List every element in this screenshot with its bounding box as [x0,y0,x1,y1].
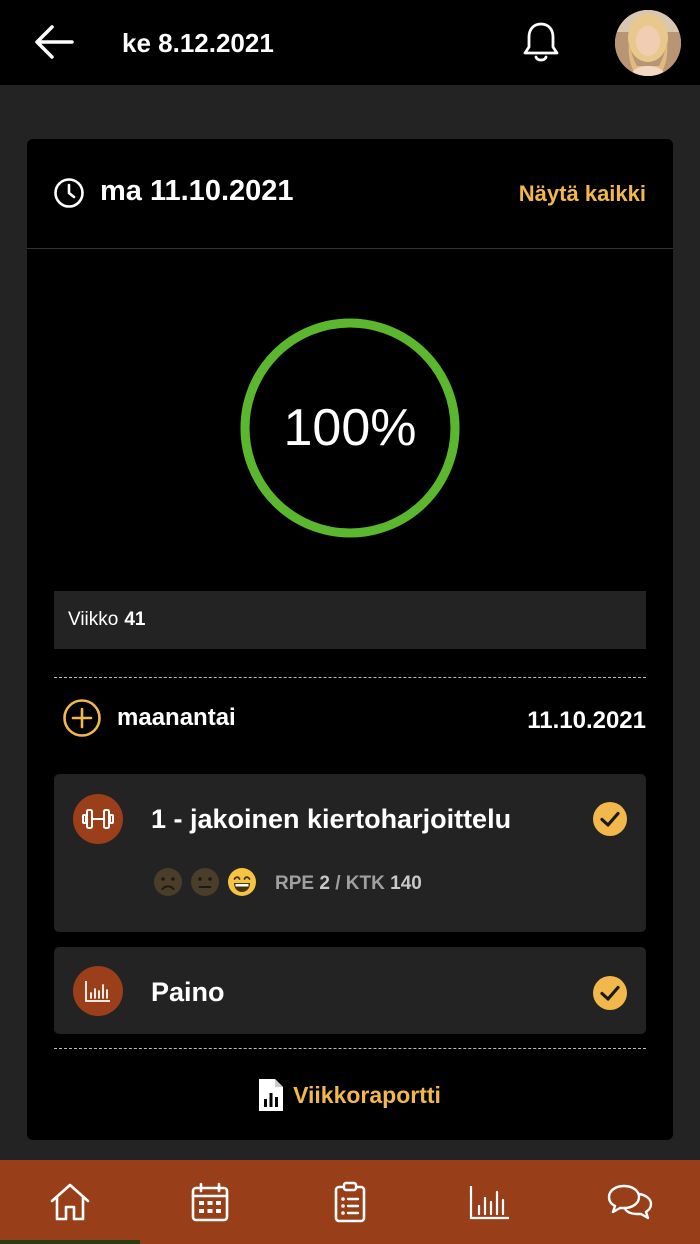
rpe-separator: / [335,873,341,894]
entry-icon-circle [73,794,123,844]
workout-entry[interactable]: 1 - jakoinen kiertoharjoittelu RPE 2 / K… [54,774,646,932]
weekly-report-label: Viikkoraportti [293,1081,441,1108]
nav-messages[interactable] [560,1160,700,1244]
day-row: maanantai 11.10.2021 [54,694,646,744]
card-header: ma 11.10.2021 Näytä kaikki [27,139,673,249]
entry-icon-circle [73,966,123,1016]
header-date: ke 8.12.2021 [122,28,274,58]
dumbbell-icon [82,809,114,829]
mood-selector [152,866,258,898]
card-date: ma 11.10.2021 [100,175,294,207]
bottom-navigation [0,1160,700,1244]
home-icon [50,1183,90,1221]
rpe-value: 2 [319,873,330,894]
show-all-link[interactable]: Näytä kaikki [519,181,646,207]
nav-calendar[interactable] [140,1160,280,1244]
add-circle-icon[interactable] [62,698,102,738]
ktk-label: KTK [345,873,385,894]
check-circle-icon [593,802,627,836]
week-label: Viikko [68,609,119,630]
day-name: maanantai [117,704,236,731]
arrow-left-icon [35,25,74,59]
rpe-ktk-stats: RPE 2 / KTK 140 [275,873,422,895]
grinning-face-icon[interactable] [226,866,258,898]
calendar-icon [191,1182,229,1222]
divider-bottom [54,1048,646,1049]
check-circle-icon [593,976,627,1010]
week-number: 41 [124,609,146,630]
nav-stats[interactable] [420,1160,560,1244]
bar-chart-icon [85,981,110,1002]
ktk-value: 140 [390,873,422,894]
notifications-button[interactable] [518,18,564,66]
clipboard-list-icon [334,1181,366,1223]
day-card: ma 11.10.2021 Näytä kaikki 100% Viikko 4… [27,139,673,1140]
divider-top [54,677,646,678]
report-document-icon [259,1079,284,1111]
progress-percent: 100% [283,399,417,457]
weekly-report-link[interactable]: Viikkoraportti [27,1079,673,1111]
top-bar: ke 8.12.2021 [0,0,700,85]
rpe-label: RPE [275,873,315,894]
weight-entry[interactable]: Paino [54,947,646,1034]
neutral-face-icon[interactable] [189,866,221,898]
avatar-photo [615,10,681,76]
chat-icon [607,1184,653,1220]
entry-title: 1 - jakoinen kiertoharjoittelu [151,804,512,834]
sad-face-icon[interactable] [152,866,184,898]
user-avatar[interactable] [615,10,681,76]
nav-active-indicator [0,1240,140,1244]
nav-tasks[interactable] [280,1160,420,1244]
day-date: 11.10.2021 [527,707,646,734]
back-button[interactable] [30,20,78,64]
clock-icon [54,178,84,208]
bell-icon [523,22,559,62]
week-bar: Viikko 41 [54,591,646,649]
nav-home[interactable] [0,1160,140,1244]
entry-title: Paino [151,977,225,1007]
stats-icon [469,1186,509,1220]
